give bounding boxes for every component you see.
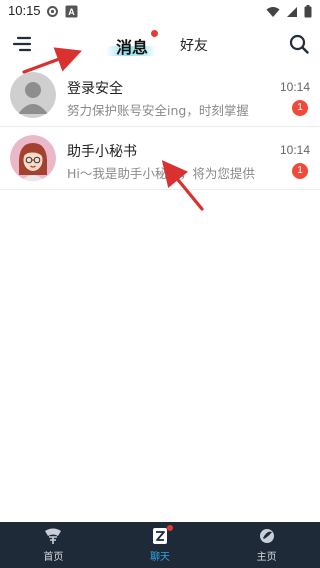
default-user-avatar — [10, 72, 56, 118]
nav-chat-dot — [167, 525, 173, 531]
tab-messages-dot — [151, 30, 159, 37]
tab-messages[interactable]: 消息 — [106, 30, 159, 58]
chat-name: 登录安全 — [67, 81, 123, 97]
nav-profile[interactable]: 主页 — [213, 522, 320, 568]
home-icon — [45, 528, 62, 544]
chat-icon-wrap — [150, 525, 173, 545]
wifi-icon — [266, 6, 280, 17]
chat-list: 登录安全 努力保护账号安全ing，时刻掌握 10:14 1 助手小秘书 Hi～我… — [0, 64, 320, 190]
search-icon — [289, 34, 309, 54]
status-icons-left: A — [46, 5, 78, 18]
chat-time: 10:14 — [279, 80, 310, 94]
top-header: 消息 好友 — [0, 24, 320, 64]
chat-row-login-security[interactable]: 登录安全 努力保护账号安全ing，时刻掌握 10:14 1 — [0, 64, 320, 127]
nav-chat[interactable]: 聊天 — [107, 522, 214, 568]
status-bar: 10:15 A — [0, 0, 320, 24]
unread-badge: 1 — [292, 163, 308, 179]
unread-badge: 1 — [292, 100, 308, 116]
status-time: 10:15 — [8, 3, 41, 18]
chat-row-assistant[interactable]: 助手小秘书 Hi～我是助手小秘书，将为您提供 10:14 1 — [0, 127, 320, 190]
search-button[interactable] — [288, 33, 310, 55]
chat-preview: Hi～我是助手小秘书，将为您提供 — [67, 166, 255, 181]
menu-icon — [12, 36, 32, 52]
chat-name: 助手小秘书 — [67, 144, 137, 160]
nav-profile-label: 主页 — [256, 552, 277, 563]
nav-home-label: 首页 — [43, 552, 64, 563]
nav-chat-label: 聊天 — [150, 552, 170, 563]
assistant-girl-avatar — [10, 135, 56, 181]
bottom-nav: 首页 聊天 主页 — [0, 522, 320, 568]
battery-icon — [304, 5, 312, 18]
profile-icon — [259, 529, 274, 543]
tab-messages-label: 消息 — [116, 38, 149, 57]
menu-button[interactable] — [10, 33, 34, 55]
svg-text:A: A — [68, 7, 75, 17]
status-icons-right — [266, 5, 312, 18]
signal-icon — [287, 6, 297, 17]
notification-a-icon: A — [65, 5, 78, 18]
settings-icon — [47, 6, 58, 17]
nav-home[interactable]: 首页 — [0, 522, 107, 568]
chat-preview: 努力保护账号安全ing，时刻掌握 — [67, 103, 249, 118]
tab-friends[interactable]: 好友 — [180, 35, 208, 55]
tab-friends-label: 好友 — [180, 38, 208, 54]
chat-time: 10:14 — [279, 143, 310, 157]
